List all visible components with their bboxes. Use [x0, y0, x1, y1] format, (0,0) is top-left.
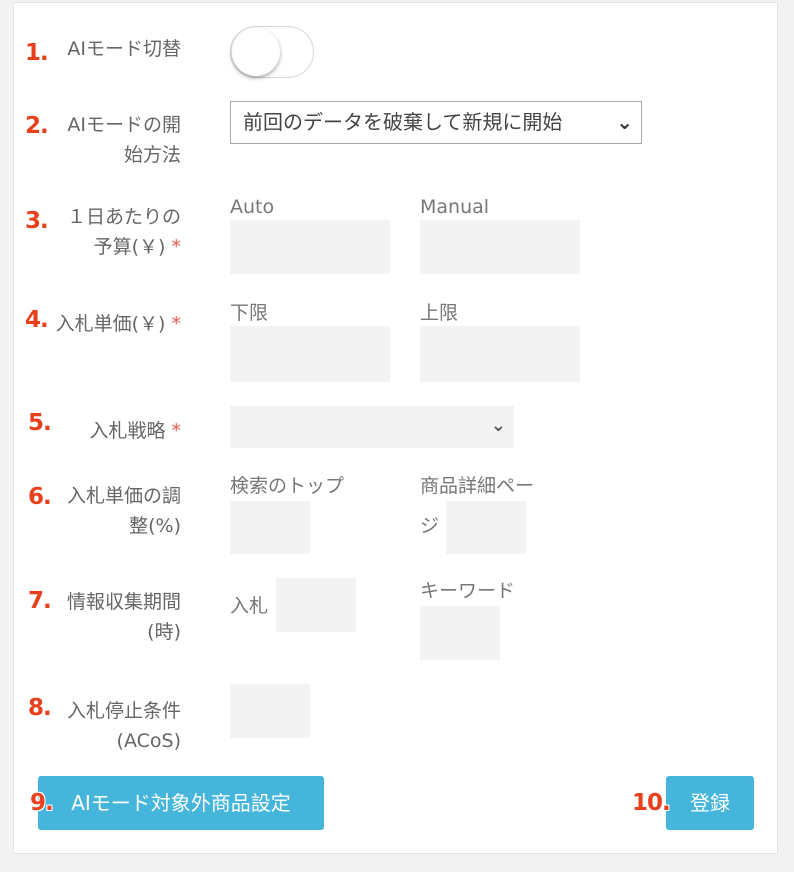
bid-max-label: 上限 [420, 302, 459, 324]
required-mark: * [171, 313, 182, 335]
search-top-label: 検索のトップ [230, 475, 345, 497]
bid-min-label: 下限 [230, 302, 269, 324]
budget-auto-label: Auto [230, 196, 275, 218]
bid-adjust-label-line1: 入札単価の調 [66, 485, 181, 507]
collect-period-label-line1: 情報収集期間 [66, 591, 181, 613]
bid-strategy-label: 入札戦略 * [89, 420, 182, 442]
ai-start-label-line2: 始方法 [123, 144, 181, 166]
product-page-label-line1: 商品詳細ペー [420, 475, 535, 497]
budget-manual-input[interactable] [420, 220, 580, 274]
required-mark: * [171, 420, 182, 442]
chevron-down-icon: ⌄ [490, 415, 506, 436]
ai-start-label-line1: AIモードの開 [67, 114, 181, 136]
bid-stop-label-line2: (ACoS) [116, 730, 181, 752]
toggle-knob [232, 28, 280, 76]
bid-min-input[interactable] [230, 326, 390, 382]
bid-stop-label-line1: 入札停止条件 [66, 700, 181, 722]
required-mark: * [171, 236, 182, 258]
collect-keyword-input[interactable] [420, 606, 500, 660]
ai-mode-toggle[interactable] [230, 26, 314, 78]
bid-max-input[interactable] [420, 326, 580, 382]
bid-price-label: 入札単価(￥) * [55, 313, 182, 335]
step-number-9: 9. [30, 790, 54, 816]
step-number-10: 10. [632, 790, 671, 816]
product-page-input[interactable] [446, 501, 526, 554]
product-page-label-line2: ジ [420, 515, 440, 537]
budget-manual-label: Manual [420, 196, 490, 218]
bid-strategy-select[interactable]: ⌄ [230, 406, 514, 448]
collect-period-label-line2: (時) [147, 621, 181, 643]
ai-mode-label: AIモード切替 [67, 38, 181, 60]
ai-start-selected-value: 前回のデータを破棄して新規に開始 [243, 110, 563, 134]
budget-auto-input[interactable] [230, 220, 390, 274]
collect-bid-label: 入札 [230, 595, 269, 617]
daily-budget-label-line2: 予算(￥) * [93, 236, 182, 258]
daily-budget-label-line1: １日あたりの [66, 206, 181, 228]
chevron-down-icon: ⌄ [616, 110, 633, 134]
exclude-products-button[interactable]: AIモード対象外商品設定 [38, 776, 324, 830]
ai-start-select[interactable]: 前回のデータを破棄して新規に開始 ⌄ [230, 101, 642, 144]
search-top-input[interactable] [230, 501, 310, 554]
bid-adjust-label-line2: 整(%) [129, 515, 181, 537]
collect-bid-input[interactable] [276, 578, 356, 632]
collect-keyword-label: キーワード [420, 580, 516, 602]
register-button[interactable]: 登録 [666, 776, 754, 830]
bid-stop-input[interactable] [230, 684, 310, 738]
